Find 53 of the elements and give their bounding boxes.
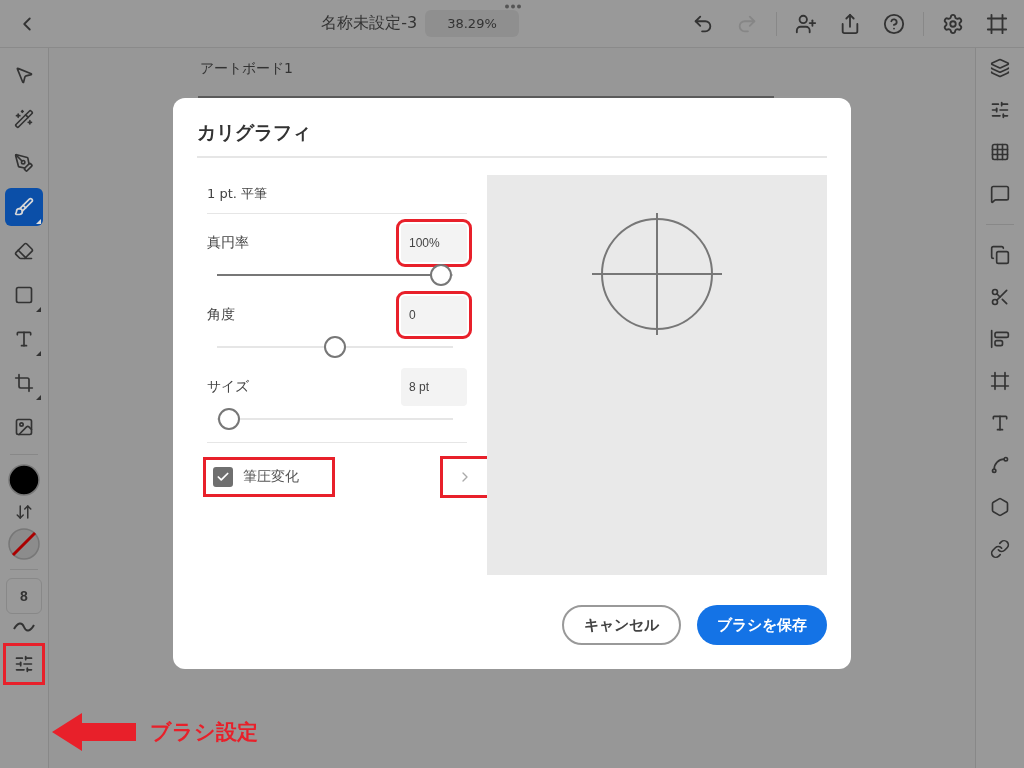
- slider-thumb[interactable]: [217, 408, 240, 430]
- swap-icon[interactable]: [15, 503, 33, 521]
- curve-icon: [990, 455, 1010, 475]
- sliders-icon: [14, 654, 34, 674]
- setting-label: 真円率: [207, 234, 249, 252]
- pen-icon: [14, 153, 34, 173]
- slider-thumb[interactable]: [430, 264, 453, 286]
- crop-icon: [14, 373, 34, 393]
- save-brush-button[interactable]: ブラシを保存: [697, 605, 827, 645]
- setting-label: 角度: [207, 306, 235, 324]
- brush-name: 1 pt. 平筆: [207, 175, 467, 214]
- grid-icon: [990, 142, 1010, 162]
- scissors-icon: [990, 287, 1010, 307]
- pointer-icon: [14, 65, 34, 85]
- hexagon-icon: [990, 497, 1010, 517]
- eraser-icon: [14, 241, 34, 261]
- brush-icon: [14, 197, 34, 217]
- image-icon: [14, 417, 34, 437]
- dialog-title: カリグラフィ: [197, 116, 827, 158]
- cancel-button[interactable]: キャンセル: [562, 605, 681, 645]
- align-icon: [990, 329, 1010, 349]
- help-icon: [883, 12, 905, 35]
- share-icon: [839, 12, 861, 35]
- drag-handle-icon[interactable]: [505, 4, 521, 9]
- checkbox[interactable]: [213, 467, 233, 487]
- check-icon: [216, 470, 230, 484]
- settings-icon: [942, 12, 964, 35]
- type-icon: [14, 329, 34, 349]
- stroke-swatch[interactable]: [7, 527, 41, 561]
- brush-settings-button[interactable]: [4, 644, 44, 684]
- tool-button[interactable]: [5, 188, 43, 226]
- add-user-icon: [795, 12, 817, 35]
- stroke-size-button[interactable]: 8: [6, 578, 42, 614]
- pressure-checkbox-row[interactable]: 筆圧変化: [207, 461, 331, 493]
- slider-track[interactable]: [217, 408, 453, 430]
- value-field[interactable]: 8 pt: [401, 368, 467, 406]
- annotation-label: ブラシ設定: [150, 719, 258, 746]
- overlap-icon: [990, 245, 1010, 265]
- artboard-label: アートボード1: [200, 60, 293, 78]
- fill-swatch[interactable]: [7, 463, 41, 497]
- slider-track[interactable]: [217, 336, 453, 358]
- layers-icon: [990, 58, 1010, 78]
- slider-thumb[interactable]: [324, 336, 346, 358]
- slider-track[interactable]: [217, 264, 453, 286]
- tilde-icon[interactable]: [12, 620, 36, 634]
- square-icon: [14, 285, 34, 305]
- comment-icon: [990, 184, 1010, 204]
- document-title: 名称未設定-3: [321, 13, 418, 34]
- type-icon: [990, 413, 1010, 433]
- sliders-icon: [990, 100, 1010, 120]
- setting-label: サイズ: [207, 378, 249, 396]
- zoom-level[interactable]: 38.29%: [425, 10, 519, 37]
- link-icon: [990, 539, 1010, 559]
